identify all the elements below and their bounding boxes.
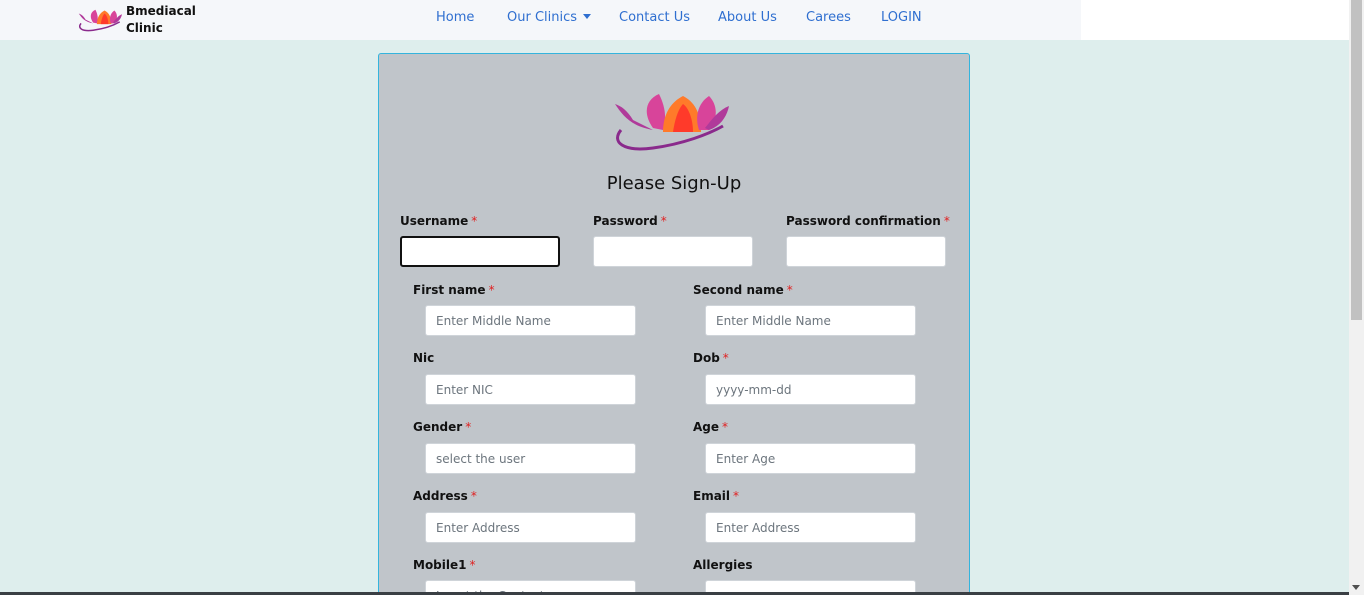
address-label: Address * <box>413 489 477 503</box>
password-confirmation-label: Password confirmation * <box>786 214 950 228</box>
lotus-logo-icon <box>78 9 122 32</box>
lotus-logo-icon <box>615 94 729 151</box>
nav-home-link[interactable]: Home <box>436 10 474 25</box>
nav-clinics-label: Our Clinics <box>507 10 578 25</box>
nic-label: Nic <box>413 351 435 365</box>
first-name-label: First name * <box>413 283 495 297</box>
nav-contact-link[interactable]: Contact Us <box>619 10 690 25</box>
email-input[interactable] <box>705 512 916 543</box>
age-label: Age * <box>693 420 729 434</box>
password-input[interactable] <box>593 236 753 267</box>
navbar: Bmediacal Clinic Home Our Clinics Contac… <box>0 0 1081 40</box>
nav-login-link[interactable]: LOGIN <box>881 10 922 25</box>
brand[interactable]: Bmediacal Clinic <box>78 3 196 37</box>
first-name-input[interactable] <box>425 305 636 336</box>
password-confirmation-input[interactable] <box>786 236 946 267</box>
username-input[interactable] <box>400 236 560 267</box>
username-label: Username * <box>400 214 478 228</box>
brand-name: Bmediacal Clinic <box>126 4 196 35</box>
page-scrollbar[interactable] <box>1349 0 1364 595</box>
gender-label: Gender * <box>413 420 472 434</box>
allergies-label: Allergies <box>693 558 753 572</box>
dob-input[interactable] <box>705 374 916 405</box>
caret-down-icon <box>583 14 592 19</box>
password-label: Password * <box>593 214 667 228</box>
second-name-input[interactable] <box>705 305 916 336</box>
signup-title: Please Sign-Up <box>606 173 742 194</box>
dob-label: Dob * <box>693 351 729 365</box>
nic-input[interactable] <box>425 374 636 405</box>
second-name-label: Second name * <box>693 283 793 297</box>
gender-select[interactable] <box>425 443 636 474</box>
scroll-down-arrow-icon[interactable] <box>1352 585 1360 590</box>
address-input[interactable] <box>425 512 636 543</box>
navbar-blank-area <box>1081 0 1349 40</box>
nav-about-link[interactable]: About Us <box>718 10 777 25</box>
scrollbar-thumb[interactable] <box>1351 0 1362 320</box>
email-label: Email * <box>693 489 740 503</box>
nav-careers-link[interactable]: Carees <box>806 10 851 25</box>
signup-card: Please Sign-Up Username * Password * Passw… <box>378 53 970 595</box>
nav-clinics-dropdown[interactable]: Our Clinics <box>507 10 592 25</box>
age-input[interactable] <box>705 443 916 474</box>
mobile1-label: Mobile1 * <box>413 558 476 572</box>
